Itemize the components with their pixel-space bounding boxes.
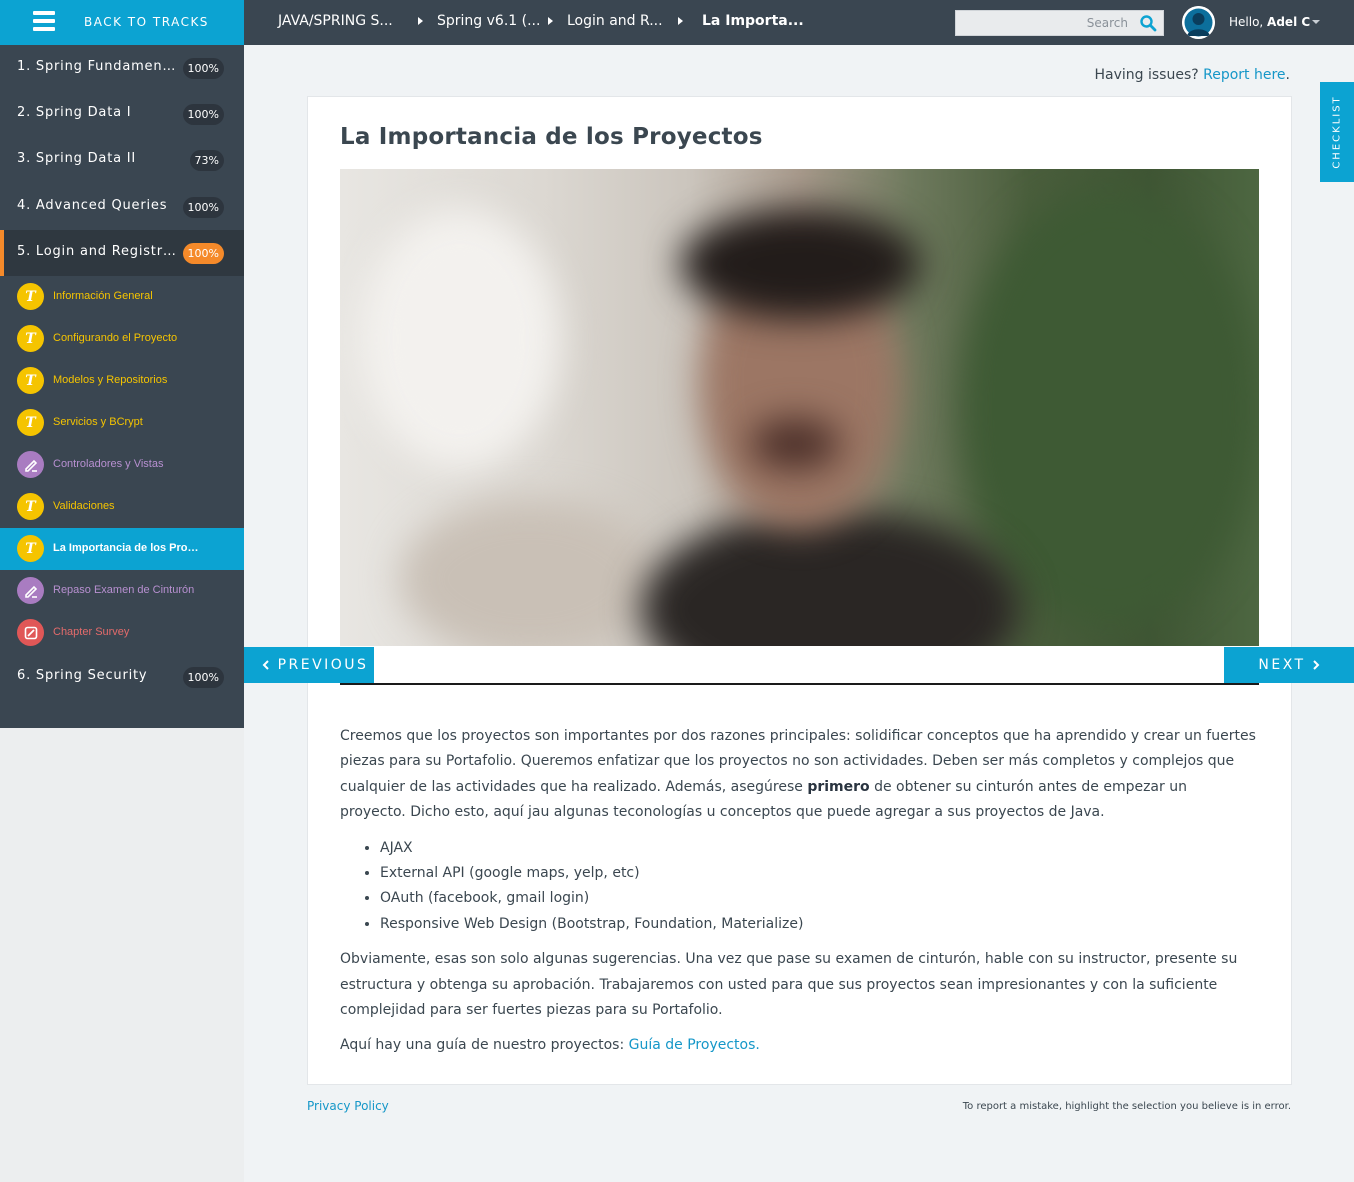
report-mistake-note: To report a mistake, highlight the selec… [962, 1101, 1291, 1112]
progress-badge: 100% [182, 58, 224, 79]
breadcrumb-separator-icon [548, 17, 553, 25]
lesson-label: Repaso Examen de Cinturón [53, 584, 195, 596]
chapter-item-active[interactable]: 5. Login and Registration 100% [0, 230, 244, 276]
lesson-item[interactable]: Chapter Survey [0, 612, 244, 654]
pencil-icon [17, 451, 44, 478]
back-to-tracks-bar[interactable]: BACK TO TRACKS [0, 0, 244, 45]
chapter-item[interactable]: 1. Spring Fundamentals 100% [0, 45, 244, 91]
progress-badge: 100% [182, 243, 224, 264]
progress-badge: 100% [182, 197, 224, 218]
progress-badge: 100% [182, 667, 224, 688]
lesson-content: Creemos que los proyectos son importante… [340, 724, 1256, 1069]
list-item: AJAX [380, 836, 1256, 861]
lesson-label: Controladores y Vistas [53, 458, 164, 470]
page-title: La Importancia de los Proyectos [340, 124, 763, 150]
progress-badge: 73% [189, 150, 224, 171]
lesson-item[interactable]: T Validaciones [0, 486, 244, 528]
issues-text: Having issues? [1094, 67, 1199, 83]
text-lesson-icon: T [17, 535, 44, 562]
next-label: NEXT [1258, 657, 1306, 673]
text-lesson-icon: T [17, 493, 44, 520]
greeting-prefix: Hello, [1229, 15, 1268, 29]
progress-badge: 100% [182, 104, 224, 125]
content-paragraph: Obviamente, esas son solo algunas sugere… [340, 951, 1238, 1019]
video-person-hair [680, 209, 920, 319]
survey-icon [17, 619, 44, 646]
breadcrumb-track[interactable]: JAVA/SPRING S... [278, 13, 393, 29]
technology-list: AJAX External API (google maps, yelp, et… [340, 836, 1256, 938]
lesson-label: Modelos y Repositorios [53, 374, 168, 386]
video-background-floor [400, 499, 660, 646]
video-background-wall [360, 209, 560, 469]
lesson-label: Configurando el Proyecto [53, 332, 178, 344]
back-to-tracks-link[interactable]: BACK TO TRACKS [84, 15, 209, 29]
lesson-item[interactable]: T Servicios y BCrypt [0, 402, 244, 444]
list-item: OAuth (facebook, gmail login) [380, 886, 1256, 911]
project-guide-link[interactable]: Guía de Proyectos. [629, 1037, 760, 1053]
video-person-mouth [750, 419, 840, 469]
pencil-icon [17, 577, 44, 604]
previous-button[interactable]: PREVIOUS [244, 647, 374, 683]
text-lesson-icon: T [17, 409, 44, 436]
content-paragraph: Aquí hay una guía de nuestro proyectos: … [340, 1037, 760, 1054]
chevron-right-icon [1312, 660, 1320, 670]
checklist-label: CHECKLIST [1331, 95, 1343, 169]
top-bar: JAVA/SPRING S... Spring v6.1 (... Login … [244, 0, 1354, 45]
list-item: Responsive Web Design (Bootstrap, Founda… [380, 912, 1256, 937]
lesson-label: Validaciones [53, 500, 115, 512]
chapter-label: 2. Spring Data I [17, 105, 132, 120]
text-lesson-icon: T [17, 283, 44, 310]
previous-label: PREVIOUS [277, 657, 369, 673]
chapter-label: 1. Spring Fundamentals [17, 59, 177, 74]
issues-notice: Having issues? Report here. [1094, 67, 1290, 83]
chapter-item[interactable]: 6. Spring Security 100% [0, 654, 244, 700]
report-issue-link[interactable]: Report here [1203, 67, 1285, 83]
lesson-label: La Importancia de los Proyectos [53, 542, 203, 554]
chapter-item[interactable]: 2. Spring Data I 100% [0, 91, 244, 137]
breadcrumb-current: La Importa... [702, 13, 804, 29]
text-lesson-icon: T [17, 325, 44, 352]
video-player[interactable] [340, 169, 1259, 646]
next-button[interactable]: NEXT [1224, 647, 1354, 683]
search-input[interactable] [956, 11, 1136, 35]
lesson-label: Información General [53, 290, 153, 302]
sidebar: BACK TO TRACKS 1. Spring Fundamentals 10… [0, 0, 244, 728]
chevron-left-icon [262, 660, 269, 670]
user-name: Adel C [1267, 15, 1311, 29]
chapter-label: 3. Spring Data II [17, 151, 137, 166]
menu-icon[interactable] [33, 11, 55, 31]
chevron-down-icon[interactable] [1312, 20, 1320, 24]
breadcrumb-chapter[interactable]: Login and R... [567, 13, 663, 29]
privacy-policy-link[interactable]: Privacy Policy [307, 1099, 389, 1113]
lesson-item[interactable]: T Modelos y Repositorios [0, 360, 244, 402]
lesson-item[interactable]: Repaso Examen de Cinturón [0, 570, 244, 612]
list-item: External API (google maps, yelp, etc) [380, 861, 1256, 886]
emphasis-text: primero [807, 778, 870, 795]
lesson-label: Chapter Survey [53, 626, 130, 638]
content-paragraph: Creemos que los proyectos son importante… [340, 728, 1256, 821]
video-person-shoulders [640, 509, 1020, 646]
chapter-label: 5. Login and Registration [17, 244, 177, 259]
checklist-tab[interactable]: CHECKLIST [1320, 82, 1354, 182]
lesson-item[interactable]: T Configurando el Proyecto [0, 318, 244, 360]
chapter-label: 4. Advanced Queries [17, 198, 168, 213]
user-greeting[interactable]: Hello, Adel C [1229, 15, 1310, 29]
chapter-label: 6. Spring Security [17, 668, 148, 683]
breadcrumb-separator-icon [418, 17, 423, 25]
lesson-item[interactable]: T Información General [0, 276, 244, 318]
search-box [955, 10, 1164, 36]
video-background-plants [960, 189, 1259, 629]
breadcrumb-course[interactable]: Spring v6.1 (... [437, 13, 540, 29]
chapter-item[interactable]: 4. Advanced Queries 100% [0, 184, 244, 230]
search-icon[interactable] [1139, 14, 1157, 32]
avatar[interactable] [1182, 6, 1215, 39]
lesson-nav-bar [374, 647, 1224, 683]
text-lesson-icon: T [17, 367, 44, 394]
lesson-item[interactable]: Controladores y Vistas [0, 444, 244, 486]
lesson-item-current[interactable]: T La Importancia de los Proyectos [0, 528, 244, 570]
lesson-label: Servicios y BCrypt [53, 416, 143, 428]
breadcrumb-separator-icon [678, 17, 683, 25]
chapter-item[interactable]: 3. Spring Data II 73% [0, 137, 244, 183]
